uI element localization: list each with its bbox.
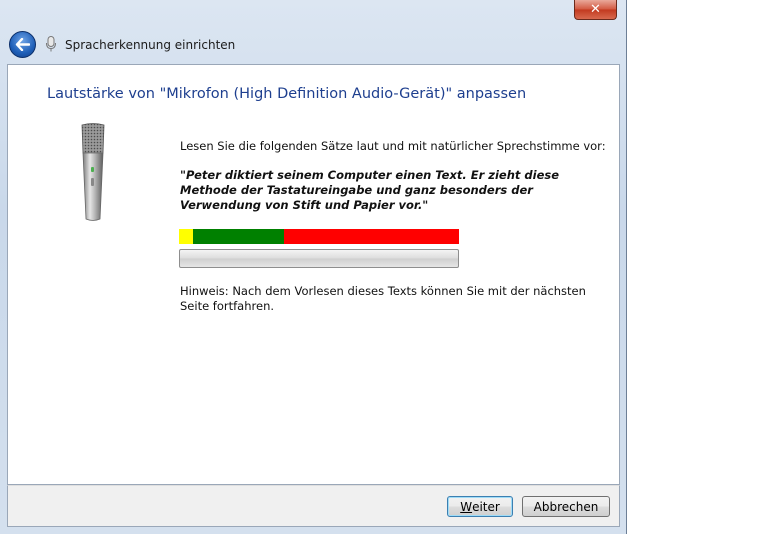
hint-text: Hinweis: Nach dem Vorlesen dieses Texts … <box>180 284 586 313</box>
back-button[interactable] <box>9 31 36 58</box>
close-button[interactable]: ✕ <box>574 0 617 20</box>
level-low-segment <box>179 229 193 244</box>
back-arrow-icon <box>15 38 30 51</box>
window-title: Spracherkennung einrichten <box>65 38 236 52</box>
reading-progress-bar <box>179 249 459 268</box>
next-button-label: eiter <box>472 499 500 514</box>
microphone-image <box>81 123 105 221</box>
close-icon: ✕ <box>590 2 601 17</box>
content-panel: Lautstärke von "Mikrofon (High Definitio… <box>7 64 620 485</box>
level-good-segment <box>193 229 284 244</box>
microphone-icon <box>46 36 56 52</box>
title-bar: Spracherkennung einrichten <box>0 24 620 64</box>
volume-level-meter <box>179 229 459 244</box>
button-bar: Weiter Abbrechen <box>7 485 620 527</box>
next-button[interactable]: Weiter <box>447 496 513 517</box>
dialog-window: ✕ Spracherkennung einrichten Lautstärke … <box>0 0 627 534</box>
sample-sentence: "Peter diktiert seinem Computer einen Te… <box>180 168 560 212</box>
next-button-mnemonic: W <box>460 499 473 514</box>
level-high-segment <box>284 229 459 244</box>
cancel-button[interactable]: Abbrechen <box>522 496 610 517</box>
page-title: Lautstärke von "Mikrofon (High Definitio… <box>47 86 527 102</box>
instruction-text: Lesen Sie die folgenden Sätze laut und m… <box>180 139 606 153</box>
